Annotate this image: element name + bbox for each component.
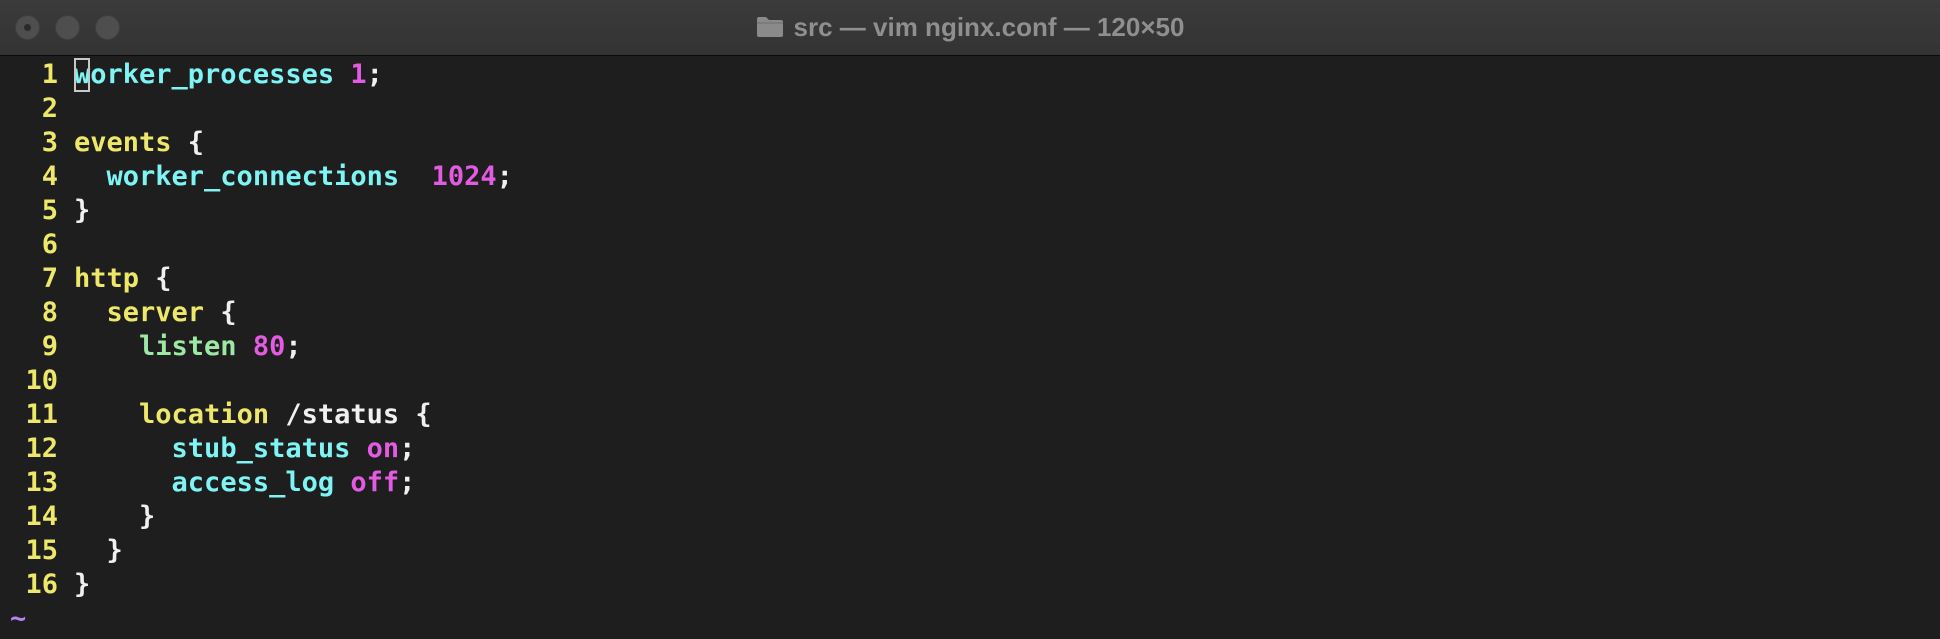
line-code: worker_connections 1024; — [74, 160, 513, 194]
code-token: } — [74, 195, 91, 226]
code-line[interactable]: 10 — [0, 364, 1940, 398]
code-token: events — [74, 127, 172, 158]
code-token: { — [204, 297, 237, 328]
line-number: 14 — [25, 501, 58, 532]
line-code: server { — [74, 296, 237, 330]
code-line[interactable]: 16} — [0, 568, 1940, 602]
code-line[interactable]: 12 stub_status on; — [0, 432, 1940, 466]
code-token: } — [74, 569, 91, 600]
code-token: ; — [399, 433, 416, 464]
code-line[interactable]: 8 server { — [0, 296, 1940, 330]
code-line[interactable]: 4 worker_connections 1024; — [0, 160, 1940, 194]
code-line[interactable]: 14 } — [0, 500, 1940, 534]
code-token: worker_connections — [106, 161, 400, 192]
terminal-window: src — vim nginx.conf — 120×50 1 worker_pr… — [0, 0, 1940, 639]
code-token: } — [74, 535, 123, 566]
line-code: access_log off; — [74, 466, 416, 500]
code-line[interactable]: 3 events { — [0, 126, 1940, 160]
code-token: ; — [399, 467, 416, 498]
code-token: stub_status — [171, 433, 351, 464]
line-number: 15 — [25, 535, 58, 566]
line-code: } — [74, 534, 123, 568]
code-token: listen — [139, 331, 237, 362]
line-number: 6 — [41, 229, 58, 260]
code-line[interactable]: 6 — [0, 228, 1940, 262]
code-token: } — [74, 501, 156, 532]
code-line[interactable]: 2 — [0, 92, 1940, 126]
text-cursor: w — [74, 58, 91, 92]
code-line[interactable]: 13 access_log off; — [0, 466, 1940, 500]
code-line[interactable]: 9 listen 80; — [0, 330, 1940, 364]
code-token: location — [139, 399, 270, 430]
code-line[interactable]: 15 } — [0, 534, 1940, 568]
code-token: /status { — [269, 399, 432, 430]
line-number: 7 — [41, 263, 58, 294]
line-number: 8 — [41, 297, 58, 328]
code-line[interactable]: 1 worker_processes 1; — [0, 58, 1940, 92]
window-title: src — vim nginx.conf — 120×50 — [0, 0, 1940, 54]
code-line[interactable]: 5} — [0, 194, 1940, 228]
code-token: ; — [496, 161, 513, 192]
line-code: worker_processes 1; — [74, 58, 383, 92]
line-code: location /status { — [74, 398, 432, 432]
line-number: 11 — [25, 399, 58, 430]
vim-editor[interactable]: 1 worker_processes 1; 2 3 events {4 worker_c… — [0, 58, 1940, 639]
line-number: 3 — [41, 127, 58, 158]
line-number: 2 — [41, 93, 58, 124]
line-number: 4 — [41, 161, 58, 192]
tilde-marker: ~ — [10, 603, 27, 634]
code-line[interactable]: 7 http { — [0, 262, 1940, 296]
code-token: 80 — [252, 331, 286, 362]
code-token: on — [366, 433, 400, 464]
code-token: { — [171, 127, 205, 158]
code-token: server — [106, 297, 205, 328]
line-code: http { — [74, 262, 172, 296]
line-number: 12 — [25, 433, 58, 464]
line-number: 16 — [25, 569, 58, 600]
code-line[interactable]: 11 location /status { — [0, 398, 1940, 432]
line-number: 10 — [25, 365, 58, 396]
code-token: http — [74, 263, 140, 294]
code-token: access_log — [171, 467, 335, 498]
line-number: 13 — [25, 467, 58, 498]
line-number: 5 — [41, 195, 58, 226]
window-title-text: src — vim nginx.conf — 120×50 — [793, 11, 1185, 42]
code-token: worker_processes — [74, 58, 335, 92]
line-number: 1 — [41, 59, 58, 90]
code-token: 1024 — [431, 161, 497, 192]
line-code: } — [74, 568, 90, 602]
folder-icon — [756, 16, 784, 38]
line-code: events { — [74, 126, 204, 160]
line-number: 9 — [41, 331, 58, 362]
line-code: stub_status on; — [74, 432, 416, 466]
code-token: ; — [366, 59, 383, 90]
line-code: } — [74, 500, 155, 534]
title-bar[interactable]: src — vim nginx.conf — 120×50 — [0, 0, 1940, 56]
code-token: 1 — [350, 59, 367, 90]
code-token: { — [139, 263, 172, 294]
code-token: off — [350, 467, 400, 498]
line-code: } — [74, 194, 90, 228]
code-token: ; — [285, 331, 302, 362]
line-code: listen 80; — [74, 330, 302, 364]
empty-buffer-line: ~ — [0, 602, 1940, 636]
